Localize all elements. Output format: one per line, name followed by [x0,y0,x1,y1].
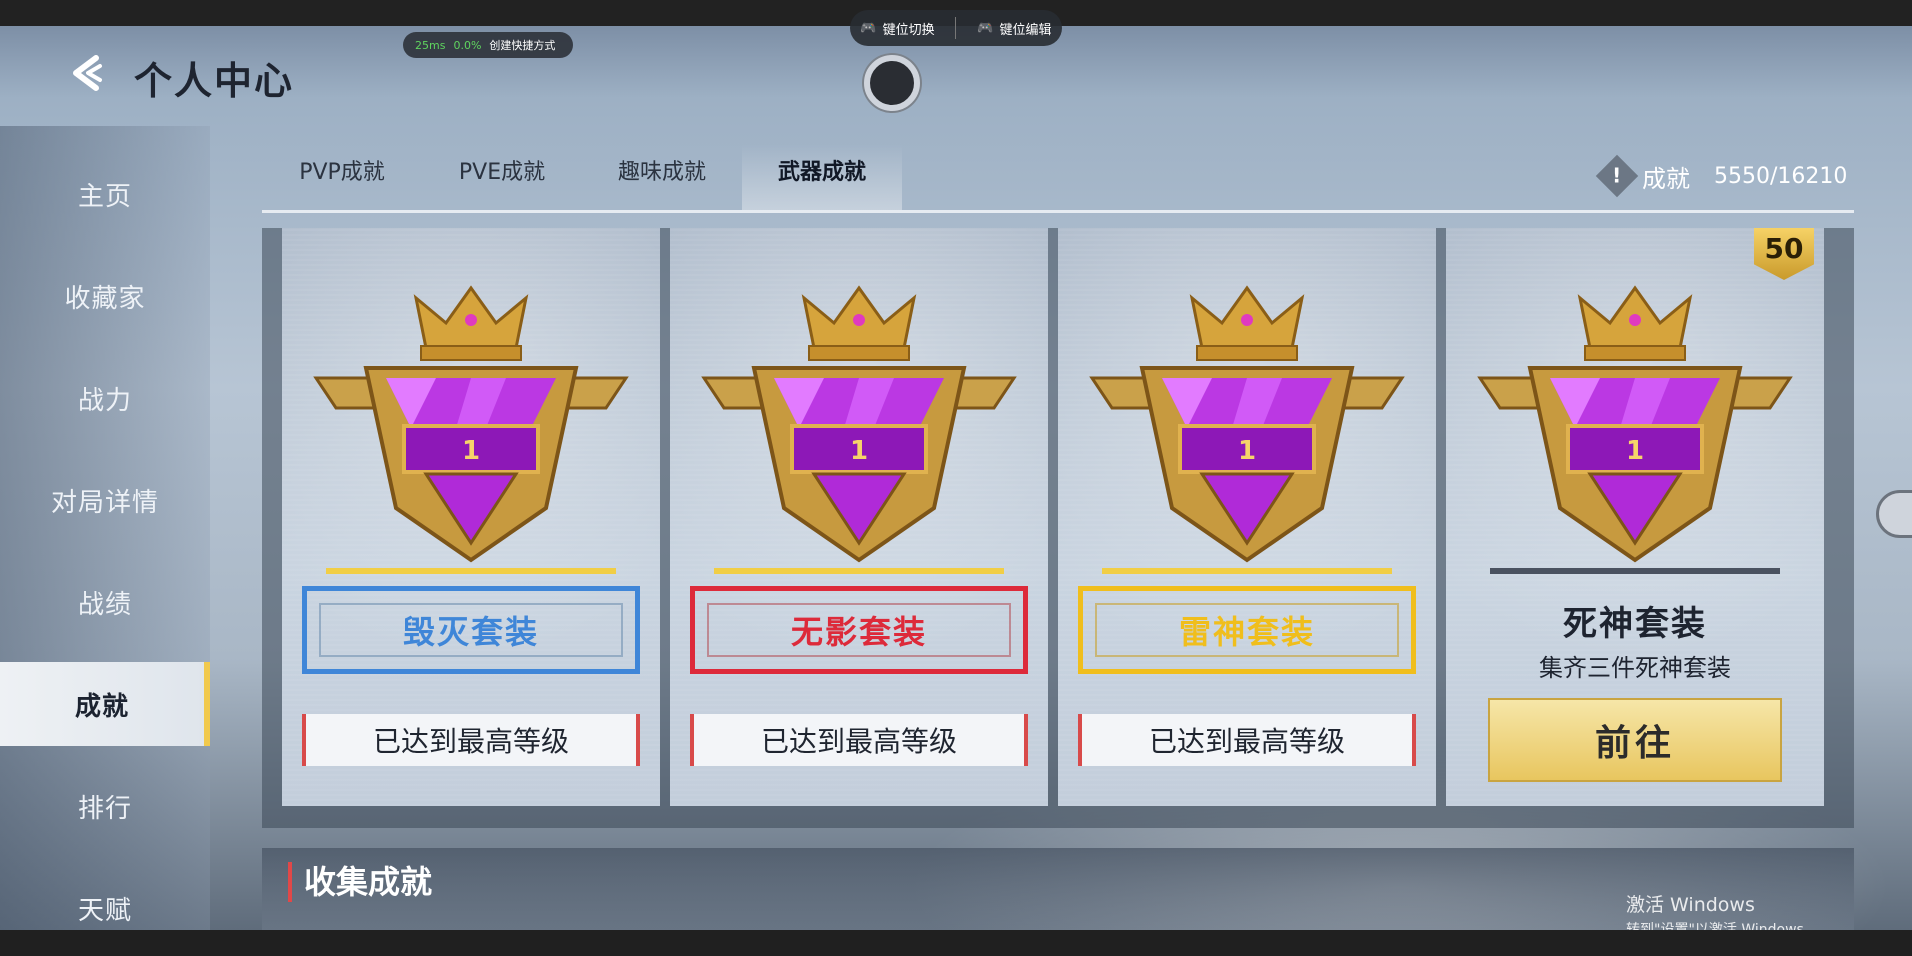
crown-icon [1189,285,1305,361]
set-name-box: 毁灭套装 [302,586,640,674]
crown-icon [413,285,529,361]
progress-bar [714,568,1004,574]
set-name-box: 无影套装 [690,586,1028,674]
achievement-tabs: PVP成就 PVE成就 趣味成就 武器成就 [262,144,902,210]
keymap-toolbar: 🎮 键位切换 🎮 键位编辑 [850,10,1062,46]
virtual-joystick[interactable] [864,55,920,111]
gamepad-icon: 🎮 [977,20,994,36]
keymap-edit-label: 键位编辑 [999,22,1052,38]
network-status-pill: 25ms 0.0% 创建快捷方式 [403,32,573,58]
side-toolbar-handle[interactable] [1876,490,1912,538]
keymap-edit-button[interactable]: 🎮 键位编辑 [977,19,1051,38]
watermark-line2: 转到"设置"以激活 Windows。 [1626,922,1818,930]
achievement-card-shadowless[interactable]: 1 无影套装 已达到最高等级 [670,228,1048,806]
go-button[interactable]: 前往 [1488,698,1782,782]
page-title: 个人中心 [134,59,295,103]
crown-icon [1577,285,1693,361]
rank-number: 1 [462,436,480,466]
set-description: 集齐三件死神套装 [1539,654,1731,682]
exclamation-diamond-icon: ! [1595,154,1639,198]
gamepad-icon: 🎮 [860,20,877,36]
rank-number: 1 [850,436,868,466]
max-level-status: 已达到最高等级 [690,714,1028,766]
achievement-card-thor[interactable]: 1 雷神套装 已达到最高等级 [1058,228,1436,806]
progress-bar [1490,568,1780,574]
bottom-letterbox [0,930,1912,956]
achievement-summary: ! 成就 5550/16210 [1595,154,1848,198]
progress-bar [326,568,616,574]
tab-divider [262,210,1854,213]
tab-fun[interactable]: 趣味成就 [582,144,742,210]
diamond-rank-badge-icon: 1 [701,285,1017,563]
progress-bar [1102,568,1392,574]
achievement-card-destruction[interactable]: 1 毁灭套装 已达到最高等级 [282,228,660,806]
sidebar-item-power[interactable]: 战力 [0,356,210,440]
tab-pvp[interactable]: PVP成就 [262,144,422,210]
set-name: 死神套装 [1563,604,1707,644]
back-arrow-icon [73,55,102,91]
diamond-rank-badge-icon: 1 [1089,285,1405,563]
tab-weapon[interactable]: 武器成就 [742,144,902,210]
collection-panel: 收集成就 [262,848,1854,930]
diamond-rank-badge-icon: 1 [1477,285,1793,563]
achievement-points: 5550/16210 [1714,163,1848,189]
keymap-switch-button[interactable]: 🎮 键位切换 [860,19,934,38]
sidebar-item-achievements[interactable]: 成就 [0,662,210,746]
sidebar-item-ranking[interactable]: 排行 [0,764,210,848]
weapon-achievement-panel: 1 毁灭套装 已达到最高等级 1 无影套装 已达到最高等级 1 雷神套装 已达到… [262,228,1854,828]
keymap-switch-label: 键位切换 [882,22,935,38]
max-level-status: 已达到最高等级 [302,714,640,766]
sidebar-item-record[interactable]: 战绩 [0,560,210,644]
sidebar-item-home[interactable]: 主页 [0,152,210,236]
set-name-box: 雷神套装 [1078,586,1416,674]
back-button[interactable] [62,48,112,98]
collection-title: 收集成就 [288,862,432,902]
packet-loss-value: 0.0% [453,38,482,52]
ping-value: 25ms [415,38,446,52]
sidebar-item-match-details[interactable]: 对局详情 [0,458,210,542]
sidebar-item-talent[interactable]: 天赋 [0,866,210,930]
watermark-line1: 激活 Windows [1626,894,1755,916]
tab-pve[interactable]: PVE成就 [422,144,582,210]
windows-activation-watermark: 激活 Windows 转到"设置"以激活 Windows。 [1626,890,1818,930]
toolbar-divider [955,17,957,39]
rank-number: 1 [1626,436,1644,466]
game-window: 个人中心 主页 收藏家 战力 对局详情 战绩 成就 排行 天赋 PVP成就 PV… [0,26,1912,930]
crown-icon [801,285,917,361]
achievement-card-reaper[interactable]: 50 1 死神套装 集齐三件死神套装 前往 [1446,228,1824,806]
sidebar: 主页 收藏家 战力 对局详情 战绩 成就 排行 天赋 [0,126,210,930]
level-badge: 50 [1754,228,1814,280]
diamond-rank-badge-icon: 1 [313,285,629,563]
sidebar-item-collector[interactable]: 收藏家 [0,254,210,338]
rank-number: 1 [1238,436,1256,466]
max-level-status: 已达到最高等级 [1078,714,1416,766]
achievement-label: 成就 [1642,164,1690,193]
create-shortcut-link[interactable]: 创建快捷方式 [489,37,555,53]
